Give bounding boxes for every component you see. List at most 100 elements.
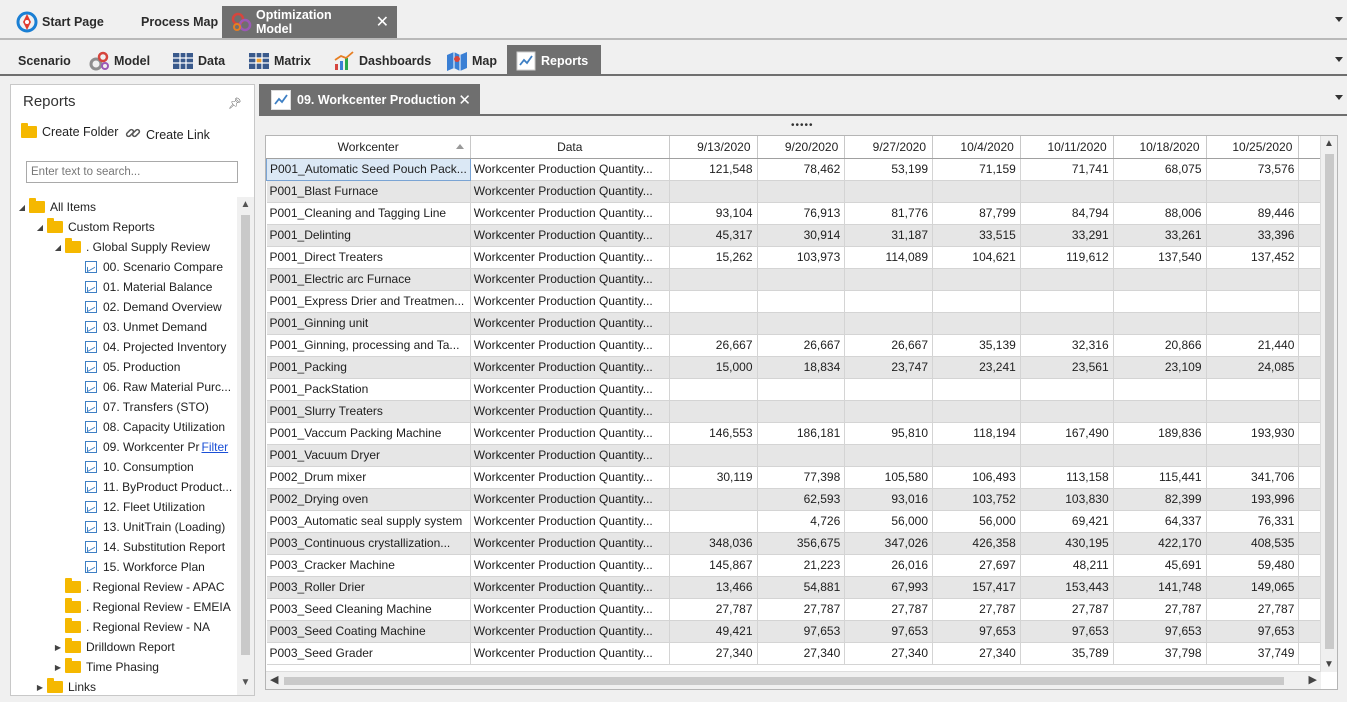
value-cell[interactable]: 15,000 xyxy=(669,356,758,379)
value-cell[interactable]: 97,653 xyxy=(1206,620,1300,643)
tree-report-item[interactable]: 11. ByProduct Product... xyxy=(85,477,232,497)
value-cell[interactable]: 193,996 xyxy=(1206,488,1300,511)
value-cell[interactable]: 153,443 xyxy=(1020,576,1114,599)
value-cell[interactable]: 121,548 xyxy=(669,158,758,181)
value-cell[interactable]: 26,667 xyxy=(844,334,934,357)
value-cell[interactable] xyxy=(757,312,846,335)
close-tab-icon[interactable]: ✕ xyxy=(376,12,389,32)
value-cell[interactable]: 103,973 xyxy=(757,246,846,269)
scroll-thumb[interactable] xyxy=(284,677,1284,685)
table-row[interactable]: P001_Slurry Treaters Workcenter Productio… xyxy=(266,400,1337,423)
value-cell[interactable] xyxy=(757,400,846,423)
tree-report-item[interactable]: 09. Workcenter Pr Filter xyxy=(85,437,228,457)
value-cell[interactable] xyxy=(1020,290,1114,313)
value-cell[interactable] xyxy=(1206,290,1300,313)
value-cell[interactable] xyxy=(844,268,934,291)
table-row[interactable]: P003_Continuous crystallization... Workce… xyxy=(266,532,1337,555)
value-cell[interactable] xyxy=(1206,378,1300,401)
data-cell[interactable]: Workcenter Production Quantity... xyxy=(470,576,670,599)
value-cell[interactable]: 53,199 xyxy=(844,158,934,181)
table-row[interactable]: P003_Cracker Machine Workcenter Productio… xyxy=(266,554,1337,577)
value-cell[interactable]: 141,748 xyxy=(1113,576,1207,599)
column-header[interactable]: 9/13/2020 xyxy=(669,136,758,159)
workcenter-cell[interactable]: P001_Direct Treaters xyxy=(266,246,471,269)
workcenter-cell[interactable]: P003_Seed Coating Machine xyxy=(266,620,471,643)
expanded-arrow-icon[interactable]: ◢ xyxy=(17,203,27,212)
value-cell[interactable]: 71,159 xyxy=(932,158,1021,181)
value-cell[interactable]: 27,340 xyxy=(932,642,1021,665)
value-cell[interactable]: 93,016 xyxy=(844,488,934,511)
value-cell[interactable] xyxy=(844,290,934,313)
scroll-down-icon[interactable]: ▼ xyxy=(237,677,254,693)
workcenter-cell[interactable]: P002_Drum mixer xyxy=(266,466,471,489)
value-cell[interactable]: 20,866 xyxy=(1113,334,1207,357)
value-cell[interactable] xyxy=(1206,180,1300,203)
column-header[interactable]: 10/11/2020 xyxy=(1020,136,1114,159)
value-cell[interactable]: 115,441 xyxy=(1113,466,1207,489)
value-cell[interactable]: 23,109 xyxy=(1113,356,1207,379)
value-cell[interactable]: 137,540 xyxy=(1113,246,1207,269)
table-row[interactable]: P002_Drying oven Workcenter Production Qu… xyxy=(266,488,1337,511)
data-cell[interactable]: Workcenter Production Quantity... xyxy=(470,620,670,643)
data-cell[interactable]: Workcenter Production Quantity... xyxy=(470,422,670,445)
table-row[interactable]: P001_Electric arc Furnace Workcenter Prod… xyxy=(266,268,1337,291)
value-cell[interactable]: 18,834 xyxy=(757,356,846,379)
data-cell[interactable]: Workcenter Production Quantity... xyxy=(470,268,670,291)
table-row[interactable]: P001_PackStation Workcenter Production Qu… xyxy=(266,378,1337,401)
tree-report-item[interactable]: 05. Production xyxy=(85,357,180,377)
tree-report-item[interactable]: 14. Substitution Report xyxy=(85,537,225,557)
value-cell[interactable]: 21,223 xyxy=(757,554,846,577)
tree-folder[interactable]: . Regional Review - NA xyxy=(53,617,210,637)
value-cell[interactable]: 76,913 xyxy=(757,202,846,225)
value-cell[interactable]: 62,593 xyxy=(757,488,846,511)
value-cell[interactable]: 193,930 xyxy=(1206,422,1300,445)
workcenter-cell[interactable]: P002_Drying oven xyxy=(266,488,471,511)
value-cell[interactable]: 54,881 xyxy=(757,576,846,599)
value-cell[interactable] xyxy=(1113,444,1207,467)
tree-folder[interactable]: ▶ Time Phasing xyxy=(53,657,159,677)
value-cell[interactable] xyxy=(844,444,934,467)
value-cell[interactable]: 97,653 xyxy=(1020,620,1114,643)
value-cell[interactable] xyxy=(669,510,758,533)
tree-scrollbar[interactable]: ▲ ▼ xyxy=(237,197,254,695)
value-cell[interactable]: 23,747 xyxy=(844,356,934,379)
scroll-right-icon[interactable]: ▶ xyxy=(1309,673,1317,686)
scroll-left-icon[interactable]: ◀ xyxy=(270,673,278,686)
tab-start-page[interactable]: Start Page xyxy=(8,6,112,38)
value-cell[interactable]: 26,016 xyxy=(844,554,934,577)
value-cell[interactable]: 97,653 xyxy=(1113,620,1207,643)
value-cell[interactable]: 97,653 xyxy=(844,620,934,643)
value-cell[interactable] xyxy=(1020,400,1114,423)
value-cell[interactable]: 13,466 xyxy=(669,576,758,599)
value-cell[interactable]: 15,262 xyxy=(669,246,758,269)
data-cell[interactable]: Workcenter Production Quantity... xyxy=(470,400,670,423)
filter-link[interactable]: Filter xyxy=(201,440,228,454)
tree-folder[interactable]: ◢ All Items xyxy=(17,197,96,217)
value-cell[interactable]: 186,181 xyxy=(757,422,846,445)
value-cell[interactable]: 157,417 xyxy=(932,576,1021,599)
workcenter-cell[interactable]: P001_Vacuum Dryer xyxy=(266,444,471,467)
ribbon-tab-model[interactable]: Model xyxy=(80,45,158,76)
scroll-down-icon[interactable]: ▼ xyxy=(1321,659,1337,670)
value-cell[interactable]: 348,036 xyxy=(669,532,758,555)
value-cell[interactable] xyxy=(932,378,1021,401)
value-cell[interactable]: 137,452 xyxy=(1206,246,1300,269)
workcenter-cell[interactable]: P003_Cracker Machine xyxy=(266,554,471,577)
value-cell[interactable]: 59,480 xyxy=(1206,554,1300,577)
tree-report-item[interactable]: 04. Projected Inventory xyxy=(85,337,226,357)
value-cell[interactable] xyxy=(669,312,758,335)
value-cell[interactable]: 81,776 xyxy=(844,202,934,225)
value-cell[interactable]: 23,561 xyxy=(1020,356,1114,379)
workcenter-cell[interactable]: P001_Express Drier and Treatmen... xyxy=(266,290,471,313)
value-cell[interactable]: 4,726 xyxy=(757,510,846,533)
tab-list-dropdown-icon[interactable] xyxy=(1335,17,1343,22)
value-cell[interactable]: 103,752 xyxy=(932,488,1021,511)
value-cell[interactable] xyxy=(932,268,1021,291)
value-cell[interactable] xyxy=(932,290,1021,313)
column-header[interactable]: 9/20/2020 xyxy=(757,136,846,159)
value-cell[interactable]: 27,787 xyxy=(1113,598,1207,621)
value-cell[interactable]: 26,667 xyxy=(757,334,846,357)
value-cell[interactable]: 56,000 xyxy=(844,510,934,533)
value-cell[interactable]: 426,358 xyxy=(932,532,1021,555)
scroll-up-icon[interactable]: ▲ xyxy=(237,199,254,215)
